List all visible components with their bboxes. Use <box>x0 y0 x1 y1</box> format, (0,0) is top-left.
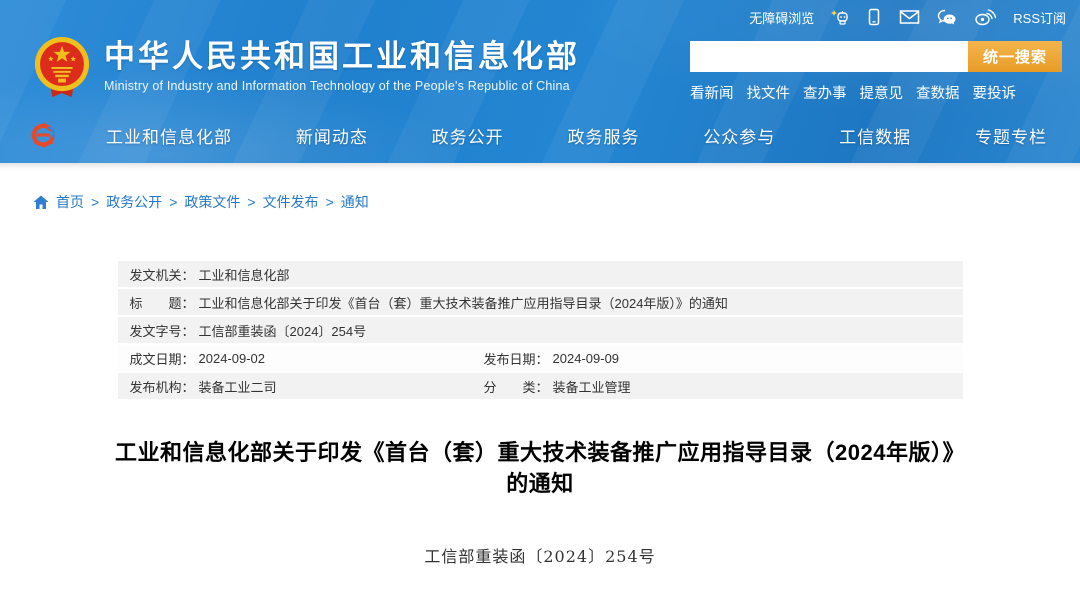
breadcrumb-separator: > <box>247 194 255 210</box>
meta-label: 发文机关： <box>130 265 195 284</box>
meta-row-publisher-category: 发布机构： 装备工业二司 分 类： 装备工业管理 <box>118 373 963 399</box>
weibo-icon[interactable] <box>974 8 996 26</box>
breadcrumb-current-notice: 通知 <box>341 192 369 212</box>
quick-link-feedback[interactable]: 提意见 <box>860 82 904 103</box>
unified-search-button[interactable]: 统一搜索 <box>968 41 1062 72</box>
nav-item-gov-disclosure[interactable]: 政务公开 <box>432 123 504 148</box>
meta-label: 发布机构： <box>130 377 195 396</box>
nav-item-special-topics[interactable]: 专题专栏 <box>975 123 1047 148</box>
main-nav: 工业和信息化部 新闻动态 政务公开 政务服务 公众参与 工信数据 专题专栏 <box>0 107 1080 163</box>
quick-link-documents[interactable]: 找文件 <box>747 82 791 103</box>
quick-link-data[interactable]: 查数据 <box>916 82 960 103</box>
site-banner: 无障碍浏览 <box>0 0 1080 163</box>
meta-label: 分 类： <box>484 377 549 396</box>
quick-link-complaint[interactable]: 要投诉 <box>973 82 1017 103</box>
meta-value: 装备工业管理 <box>553 377 631 396</box>
mobile-icon[interactable] <box>866 8 882 26</box>
site-title: 中华人民共和国工业和信息化部 <box>104 38 580 76</box>
quick-link-services[interactable]: 查办事 <box>803 82 847 103</box>
quick-link-news[interactable]: 看新闻 <box>690 82 734 103</box>
nav-items: 工业和信息化部 新闻动态 政务公开 政务服务 公众参与 工信数据 专题专栏 <box>106 123 1047 148</box>
meta-value: 工业和信息化部 <box>199 265 290 284</box>
document-title-line2: 的通知 <box>50 468 1030 499</box>
meta-row-document-number: 发文字号： 工信部重装函〔2024〕254号 <box>118 317 963 343</box>
robot-assistant-icon[interactable] <box>831 8 849 26</box>
wechat-icon[interactable] <box>937 9 957 26</box>
breadcrumb-separator: > <box>326 194 334 210</box>
meta-label: 标 题： <box>130 293 195 312</box>
meta-label: 成文日期： <box>130 349 195 368</box>
nav-item-gov-services[interactable]: 政务服务 <box>567 123 639 148</box>
nav-item-news[interactable]: 新闻动态 <box>296 123 368 148</box>
meta-row-issuing-agency: 发文机关： 工业和信息化部 <box>118 261 963 287</box>
utility-topbar: 无障碍浏览 <box>0 0 1080 34</box>
meta-value: 2024-09-09 <box>553 351 620 366</box>
meta-row-dates: 成文日期： 2024-09-02 发布日期： 2024-09-09 <box>118 345 963 371</box>
meta-value: 工业和信息化部关于印发《首台（套）重大技术装备推广应用指导目录（2024年版）》… <box>199 293 728 312</box>
nav-item-miit[interactable]: 工业和信息化部 <box>106 123 232 148</box>
national-emblem-icon <box>33 34 91 100</box>
meta-label: 发文字号： <box>130 321 195 340</box>
meta-label: 发布日期： <box>484 349 549 368</box>
nav-item-public-participation[interactable]: 公众参与 <box>703 123 775 148</box>
meta-value: 装备工业二司 <box>199 377 277 396</box>
breadcrumb-gov-disclosure[interactable]: 政务公开 <box>106 192 162 212</box>
page-content: 首页 > 政务公开 > 政策文件 > 文件发布 > 通知 发文机关： 工业和信息… <box>0 163 1080 596</box>
search-input[interactable] <box>690 41 968 72</box>
accessibility-link[interactable]: 无障碍浏览 <box>749 8 814 27</box>
document-title: 工业和信息化部关于印发《首台（套）重大技术装备推广应用指导目录（2024年版）》… <box>50 437 1030 499</box>
meta-value: 2024-09-02 <box>199 351 266 366</box>
meta-value: 工信部重装函〔2024〕254号 <box>199 321 367 340</box>
document-number: 工信部重装函〔2024〕254号 <box>0 543 1080 567</box>
breadcrumb-document-release[interactable]: 文件发布 <box>263 192 319 212</box>
breadcrumb-separator: > <box>169 194 177 210</box>
meta-row-title: 标 题： 工业和信息化部关于印发《首台（套）重大技术装备推广应用指导目录（202… <box>118 289 963 315</box>
breadcrumb-home[interactable]: 首页 <box>56 192 84 212</box>
site-subtitle: Ministry of Industry and Information Tec… <box>104 79 580 93</box>
quick-links: 看新闻 找文件 查办事 提意见 查数据 要投诉 <box>690 82 1062 103</box>
breadcrumb: 首页 > 政务公开 > 政策文件 > 文件发布 > 通知 <box>0 163 1080 212</box>
miit-e-logo-icon[interactable] <box>30 121 58 149</box>
breadcrumb-policy-documents[interactable]: 政策文件 <box>184 192 240 212</box>
document-title-line1: 工业和信息化部关于印发《首台（套）重大技术装备推广应用指导目录（2024年版）》 <box>50 437 1030 468</box>
brand-text[interactable]: 中华人民共和国工业和信息化部 Ministry of Industry and … <box>104 34 580 93</box>
search-area: 统一搜索 看新闻 找文件 查办事 提意见 查数据 要投诉 <box>690 41 1062 103</box>
site-header: 中华人民共和国工业和信息化部 Ministry of Industry and … <box>0 34 1080 107</box>
mail-icon[interactable] <box>899 9 920 25</box>
rss-link[interactable]: RSS订阅 <box>1013 8 1066 27</box>
document-metadata-table: 发文机关： 工业和信息化部 标 题： 工业和信息化部关于印发《首台（套）重大技术… <box>118 261 963 399</box>
breadcrumb-separator: > <box>91 194 99 210</box>
home-icon[interactable] <box>33 195 49 210</box>
nav-item-miit-data[interactable]: 工信数据 <box>839 123 911 148</box>
